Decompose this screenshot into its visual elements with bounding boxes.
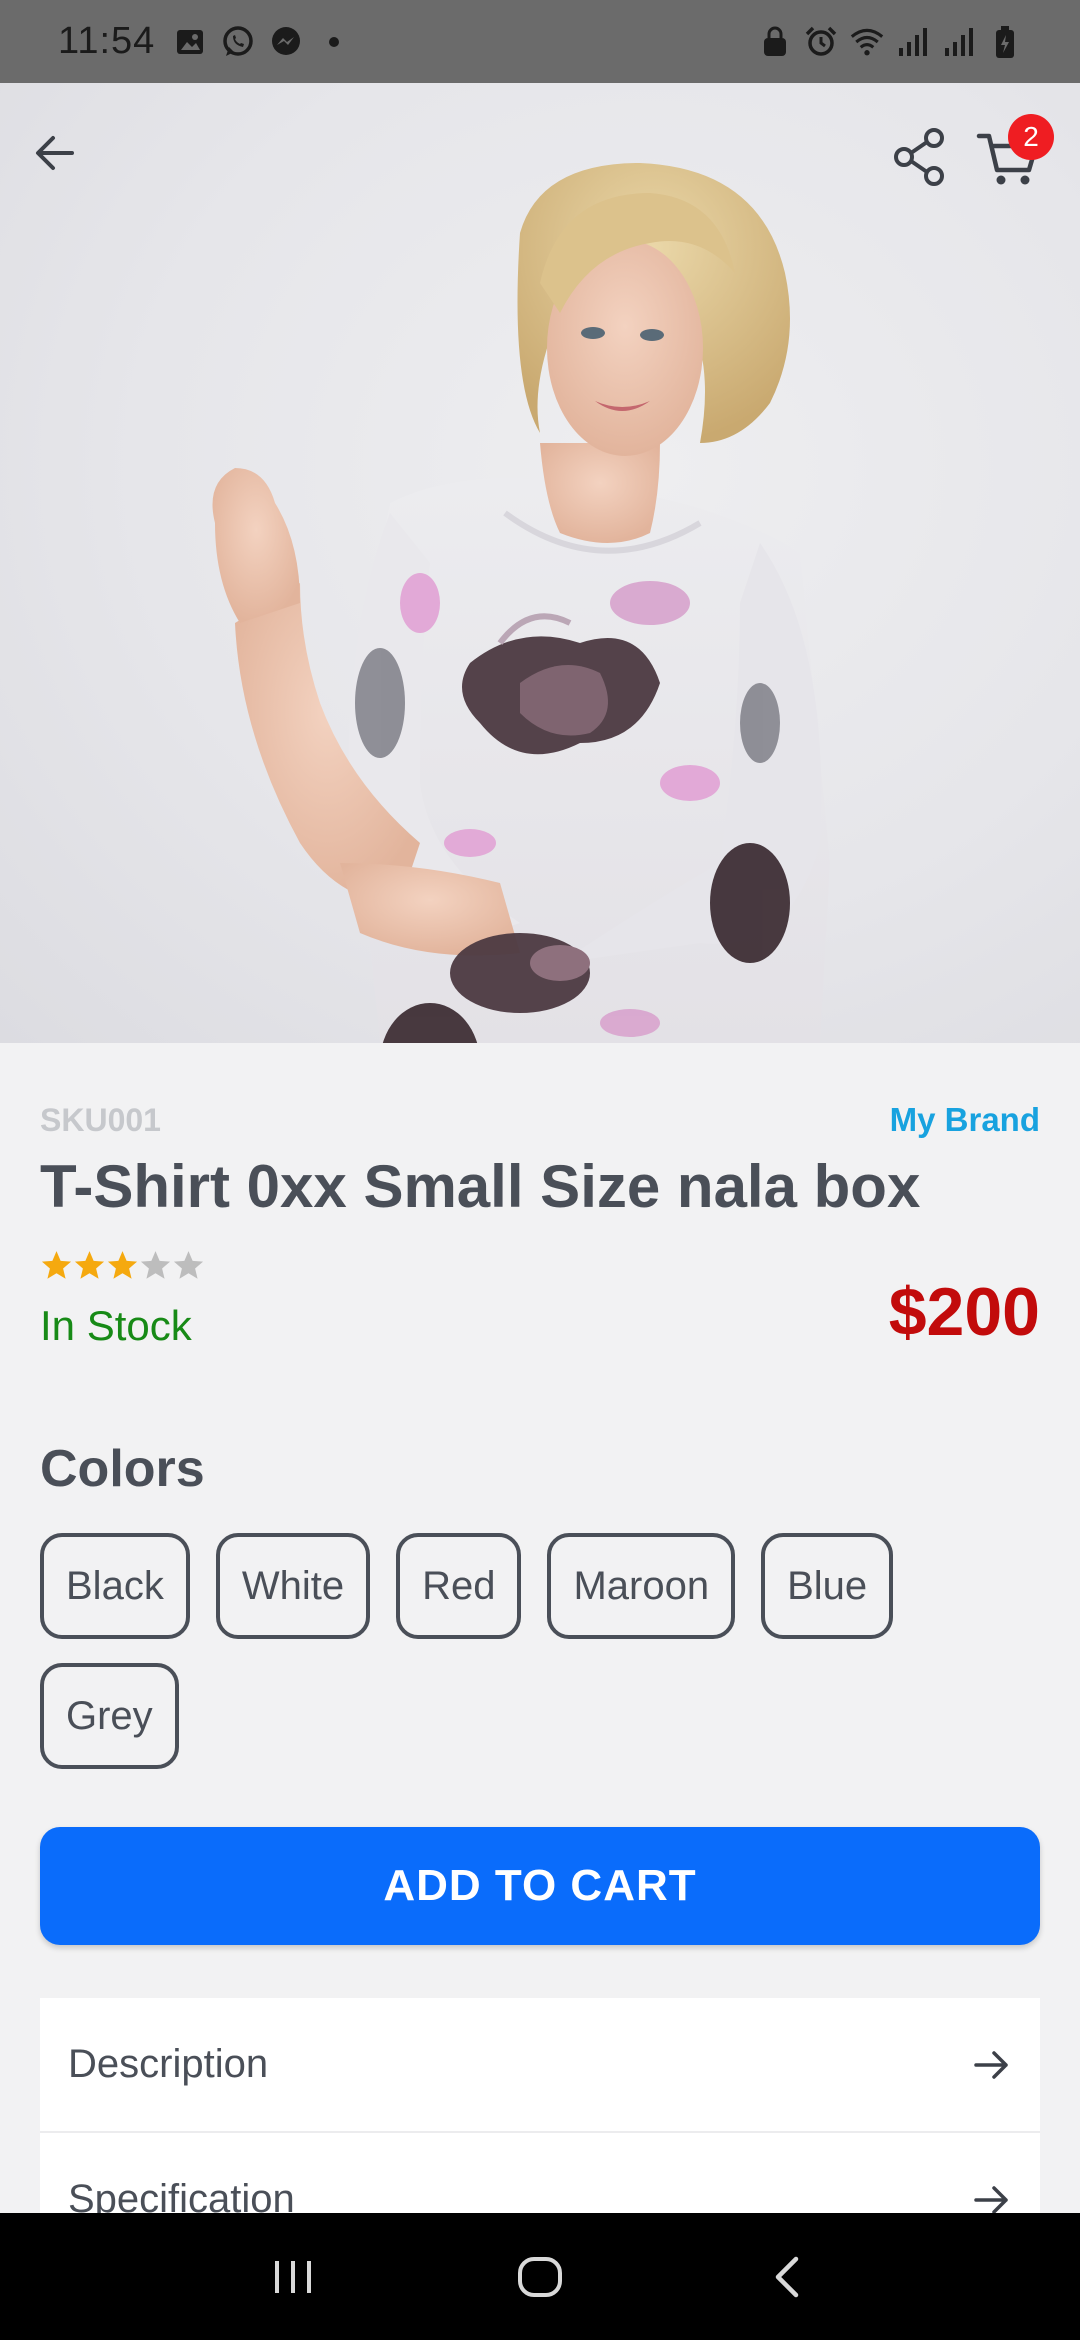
color-chip-black[interactable]: Black [40,1533,190,1639]
wifi-icon [850,25,884,59]
home-icon [517,2256,562,2297]
star-filled-icon [41,1251,72,1279]
add-to-cart-button[interactable]: ADD TO CART [40,1827,1040,1945]
signal-icon [942,25,976,59]
system-nav-bar [0,2213,1080,2340]
cart-button[interactable]: 2 [968,114,1054,198]
star-filled-icon [107,1251,138,1279]
product-brand[interactable]: My Brand [890,1101,1040,1139]
dot-icon [317,25,351,59]
info-row-description[interactable]: Description [40,1998,1040,2133]
rating-stars [40,1249,205,1282]
arrow-left-icon [36,136,74,170]
messenger-icon [269,25,303,59]
star-empty-icon [173,1251,204,1279]
recent-apps-button[interactable] [258,2242,328,2312]
stock-status: In Stock [40,1302,192,1349]
status-notification-icons [173,25,351,59]
battery-icon [988,25,1022,59]
color-chip-grey[interactable]: Grey [40,1663,179,1769]
info-row-label: Description [68,2042,269,2086]
status-time: 11:54 [58,20,156,62]
product-photo [212,163,830,1043]
status-bar: 11:54 [0,0,1080,83]
back-nav-button[interactable] [752,2242,822,2312]
sku-brand-row: SKU001 My Brand [40,1101,1040,1139]
product-title: T-Shirt 0xx Small Size nala box [40,1153,921,1220]
share-icon [894,128,944,186]
color-chip-blue[interactable]: Blue [761,1533,894,1639]
alarm-icon [804,25,838,59]
colors-title: Colors [40,1440,205,1498]
color-chip-maroon[interactable]: Maroon [547,1533,736,1639]
signal-icon [896,25,930,59]
product-image: 2 [0,83,1080,1043]
color-options: Black White Red Maroon Blue Grey [40,1533,1040,1793]
whatsapp-icon [221,25,255,59]
star-empty-icon [140,1251,171,1279]
back-nav-icon [775,2256,798,2297]
recent-apps-icon [275,2260,312,2293]
lock-icon [758,25,792,59]
rating-stock-price-row: In Stock $200 [40,1237,1040,1377]
color-chip-white[interactable]: White [215,1533,371,1639]
star-filled-icon [74,1251,105,1279]
home-button[interactable] [505,2242,575,2312]
color-chip-red[interactable]: Red [396,1533,522,1639]
share-button[interactable] [885,123,953,191]
status-system-icons [758,25,1022,59]
arrow-right-icon [972,2045,1012,2085]
product-details: SKU001 My Brand T-Shirt 0xx Small Size n… [0,1043,1080,1793]
back-button[interactable] [20,118,90,188]
image-icon [173,25,207,59]
product-sku: SKU001 [40,1101,161,1138]
product-price: $200 [888,1274,1040,1350]
cart-count-badge: 2 [1008,114,1054,160]
